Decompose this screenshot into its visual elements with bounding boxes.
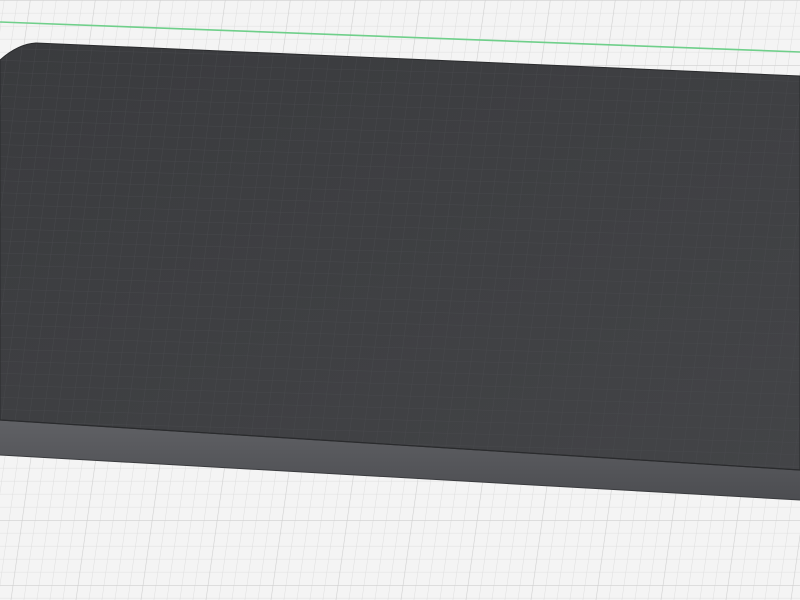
3d-viewport[interactable] xyxy=(0,0,800,600)
3d-scene[interactable] xyxy=(0,0,800,600)
